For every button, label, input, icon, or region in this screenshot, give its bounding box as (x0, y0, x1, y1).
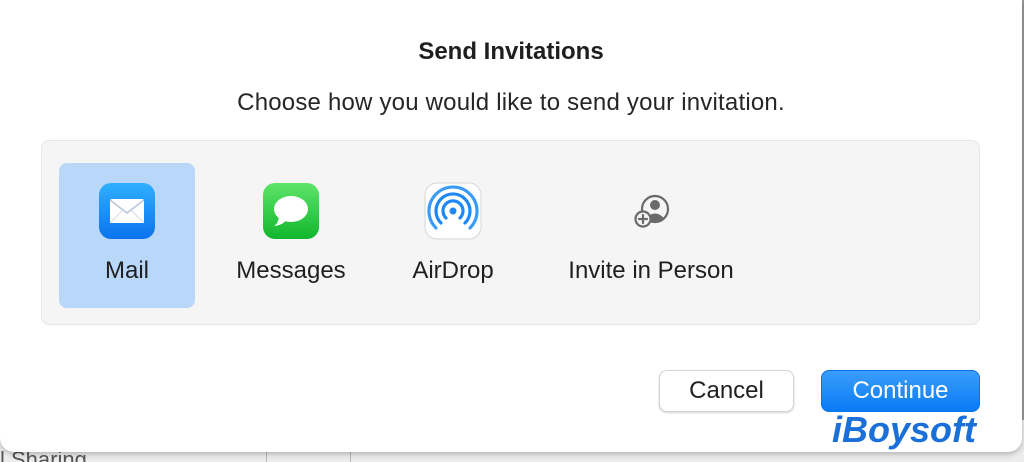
option-label: AirDrop (412, 257, 494, 284)
invite-in-person-icon (622, 182, 680, 240)
airdrop-icon (424, 182, 482, 240)
send-invitations-dialog: Send Invitations Choose how you would li… (0, 0, 1022, 452)
option-messages[interactable]: Messages (220, 163, 362, 308)
option-mail[interactable]: Mail (59, 163, 195, 308)
dialog-title: Send Invitations (418, 38, 604, 65)
option-airdrop[interactable]: AirDrop (392, 163, 514, 308)
continue-button[interactable]: Continue (821, 370, 980, 412)
dialog-subtitle: Choose how you would like to send your i… (237, 89, 785, 116)
invitation-method-list: Mail Messages AirDrop Invite in Person (41, 140, 980, 325)
option-label: Messages (236, 257, 346, 284)
option-label: Mail (104, 257, 149, 284)
option-label: Invite in Person (568, 257, 734, 284)
option-invite-in-person[interactable]: Invite in Person (542, 163, 760, 308)
mail-icon (98, 182, 156, 240)
cancel-button[interactable]: Cancel (659, 370, 794, 412)
messages-icon (262, 182, 320, 240)
